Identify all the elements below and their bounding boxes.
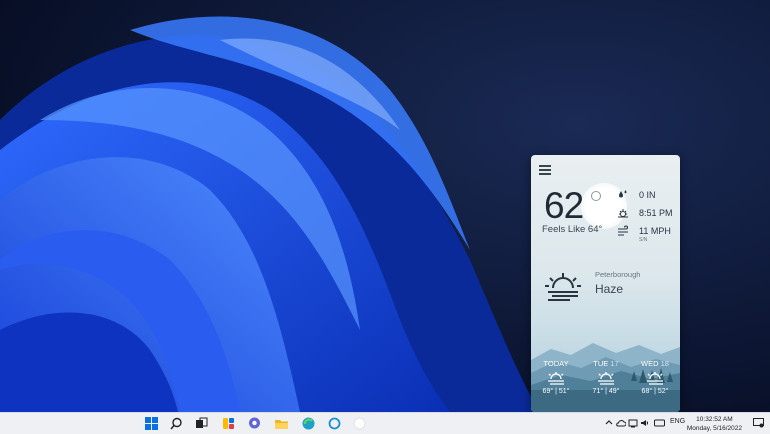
haze-small-icon <box>598 372 614 385</box>
wind-icon <box>618 225 629 236</box>
degree-icon <box>591 191 601 201</box>
file-explorer-icon[interactable] <box>275 417 288 430</box>
clock-date: Monday, 5/16/2022 <box>686 425 742 432</box>
forecast-wed[interactable]: WED 18 68° | 52° <box>635 359 675 395</box>
raindrop-icon <box>619 190 627 198</box>
taskbar: ENG 10:32:52 AM Monday, 5/16/2022 <box>0 412 770 434</box>
notification-icon[interactable] <box>753 418 764 428</box>
edge-icon[interactable] <box>302 417 315 430</box>
weather-app-icon[interactable] <box>353 417 366 430</box>
weather-widget[interactable]: 62 Feels Like 64° 0 IN 8:51 PM 11 MPH S/… <box>531 155 680 412</box>
chat-icon[interactable] <box>248 417 261 430</box>
keyboard-icon[interactable] <box>654 418 665 428</box>
hamburger-menu-icon[interactable] <box>539 165 551 175</box>
task-view-icon[interactable] <box>195 417 208 430</box>
widgets-icon[interactable] <box>222 417 235 430</box>
location-label: Peterborough <box>595 270 641 279</box>
search-icon[interactable] <box>170 417 183 430</box>
onedrive-icon[interactable] <box>616 418 626 428</box>
cortana-icon[interactable] <box>328 417 341 430</box>
haze-small-icon <box>548 372 564 385</box>
volume-icon[interactable] <box>640 418 650 428</box>
condition-label: Haze <box>595 282 624 296</box>
page-indicator[interactable] <box>531 405 680 412</box>
language-indicator[interactable]: ENG <box>670 418 685 425</box>
clock[interactable]: 10:32:52 AM Monday, 5/16/2022 <box>687 415 742 433</box>
haze-small-icon <box>647 372 663 385</box>
chevron-up-icon[interactable] <box>605 418 613 428</box>
haze-icon <box>545 273 581 301</box>
network-icon[interactable] <box>628 418 638 428</box>
clock-time: 10:32:52 AM <box>696 416 733 423</box>
windows-start-icon[interactable] <box>145 417 158 430</box>
forecast-tue[interactable]: TUE 17 71° | 49° <box>586 359 626 395</box>
current-temperature: 62 <box>544 185 584 226</box>
wind-direction: S/N <box>639 237 648 243</box>
sunset-icon <box>618 209 628 218</box>
feels-like-label: Feels Like 64° <box>542 224 603 235</box>
forecast-today[interactable]: TODAY 69° | 51° <box>536 359 576 395</box>
